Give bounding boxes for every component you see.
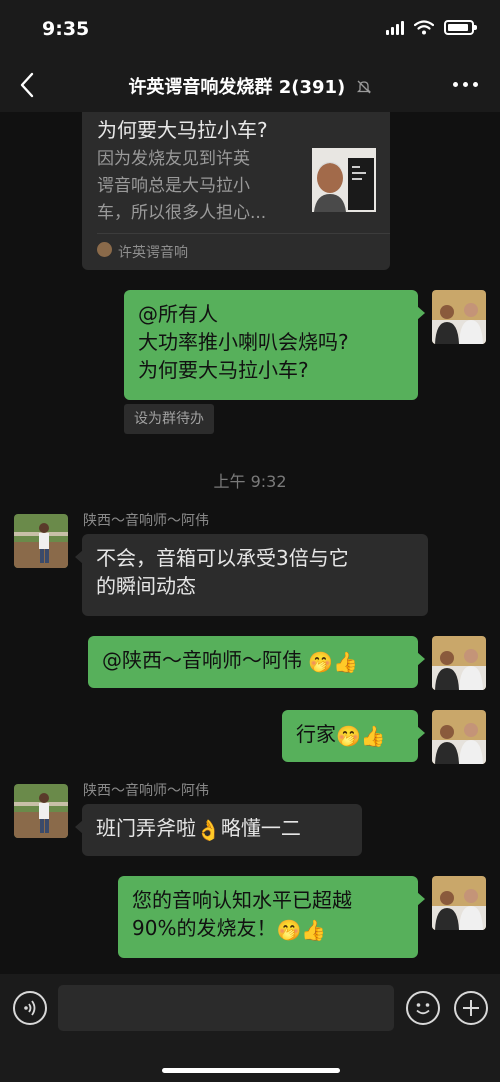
article-desc-line: 因为发烧友见到许英 bbox=[97, 149, 250, 169]
avatar-other[interactable] bbox=[14, 784, 68, 838]
thumbs-up-emoji-icon: 👍 bbox=[301, 918, 327, 942]
home-indicator[interactable] bbox=[162, 1068, 340, 1073]
message-text: 班门弄斧啦 bbox=[96, 816, 196, 840]
article-description: 因为发烧友见到许英 谔音响总是大马拉小 车，所以很多人担心... bbox=[97, 146, 309, 227]
covering-mouth-emoji-icon: 🤭 bbox=[276, 918, 302, 942]
covering-mouth-emoji-icon: 🤭 bbox=[308, 650, 334, 674]
chat-area[interactable]: 为何要大马拉小车? 因为发烧友见到许英 谔音响总是大马拉小 车，所以很多人担心.… bbox=[0, 112, 500, 974]
plus-icon[interactable] bbox=[454, 991, 488, 1025]
avatar-self[interactable] bbox=[432, 876, 486, 930]
article-divider bbox=[97, 233, 390, 234]
message-line: 大功率推小喇叭会烧吗? bbox=[138, 330, 349, 354]
status-bar: 9:35 bbox=[0, 0, 500, 60]
message-line: 为何要大马拉小车? bbox=[138, 358, 309, 382]
chat-title-text: 许英谔音响发烧群 2(391) bbox=[128, 77, 346, 98]
wifi-icon bbox=[414, 20, 434, 35]
input-bar bbox=[0, 974, 500, 1082]
avatar-self[interactable] bbox=[432, 290, 486, 344]
covering-mouth-emoji-icon: 🤭 bbox=[336, 724, 361, 748]
article-title: 为何要大马拉小车? bbox=[97, 118, 268, 142]
message-bubble[interactable]: 您的音响认知水平已超越 90%的发烧友！🤭👍 bbox=[118, 876, 425, 958]
article-thumbnail bbox=[312, 148, 376, 212]
message-line: 不会，音箱可以承受3倍与它 bbox=[96, 546, 349, 570]
status-icons bbox=[386, 20, 477, 35]
chat-title: 许英谔音响发烧群 2(391) bbox=[0, 73, 500, 99]
timestamp: 上午 9:32 bbox=[213, 472, 287, 491]
avatar-self[interactable] bbox=[432, 710, 486, 764]
article-desc-line: 谔音响总是大马拉小 bbox=[97, 176, 250, 196]
ok-hand-emoji-icon: 👌 bbox=[196, 818, 221, 842]
sender-name: 陕西～音响师～阿伟 bbox=[83, 783, 209, 799]
more-icon[interactable] bbox=[453, 82, 478, 87]
message-bubble[interactable]: @所有人 大功率推小喇叭会烧吗? 为何要大马拉小车? bbox=[124, 290, 425, 400]
message-bubble[interactable]: 班门弄斧啦👌略懂一二 bbox=[75, 804, 362, 856]
article-source: 许英谔音响 bbox=[118, 245, 188, 261]
message-text: 行家 bbox=[296, 722, 336, 746]
thumbs-up-emoji-icon: 👍 bbox=[333, 650, 359, 674]
status-time: 9:35 bbox=[42, 18, 90, 40]
message-text: 90%的发烧友！ bbox=[132, 916, 277, 940]
thumbs-up-emoji-icon: 👍 bbox=[360, 724, 386, 748]
article-desc-line: 车，所以很多人担心... bbox=[97, 203, 267, 223]
avatar-self[interactable] bbox=[432, 636, 486, 690]
message-line: 您的音响认知水平已超越 bbox=[132, 888, 352, 912]
message-text: 略懂一二 bbox=[220, 816, 301, 840]
sender-name: 陕西～音响师～阿伟 bbox=[83, 513, 209, 529]
message-bubble[interactable]: 不会，音箱可以承受3倍与它 的瞬间动态 bbox=[75, 534, 428, 616]
nav-bar: 许英谔音响发烧群 2(391) bbox=[0, 60, 500, 112]
mute-bell-icon bbox=[356, 80, 371, 94]
signal-icon bbox=[386, 20, 404, 35]
avatar-other[interactable] bbox=[14, 514, 68, 568]
emoji-icon[interactable] bbox=[406, 991, 440, 1025]
message-line-with-emoji: 90%的发烧友！🤭👍 bbox=[132, 914, 404, 944]
article-card[interactable]: 为何要大马拉小车? 因为发烧友见到许英 谔音响总是大马拉小 车，所以很多人担心.… bbox=[82, 112, 390, 270]
set-group-todo-button[interactable]: 设为群待办 bbox=[124, 404, 214, 434]
battery-icon bbox=[444, 20, 477, 35]
voice-icon[interactable] bbox=[13, 991, 47, 1025]
message-line: 的瞬间动态 bbox=[96, 574, 196, 598]
message-bubble[interactable]: @陕西～音响师～阿伟 🤭👍 bbox=[88, 636, 425, 688]
message-line: @所有人 bbox=[138, 302, 218, 326]
message-bubble[interactable]: 行家🤭👍 bbox=[282, 710, 425, 762]
message-input[interactable] bbox=[58, 985, 394, 1031]
message-text: @陕西～音响师～阿伟 bbox=[102, 648, 302, 672]
source-logo-icon bbox=[97, 242, 112, 257]
